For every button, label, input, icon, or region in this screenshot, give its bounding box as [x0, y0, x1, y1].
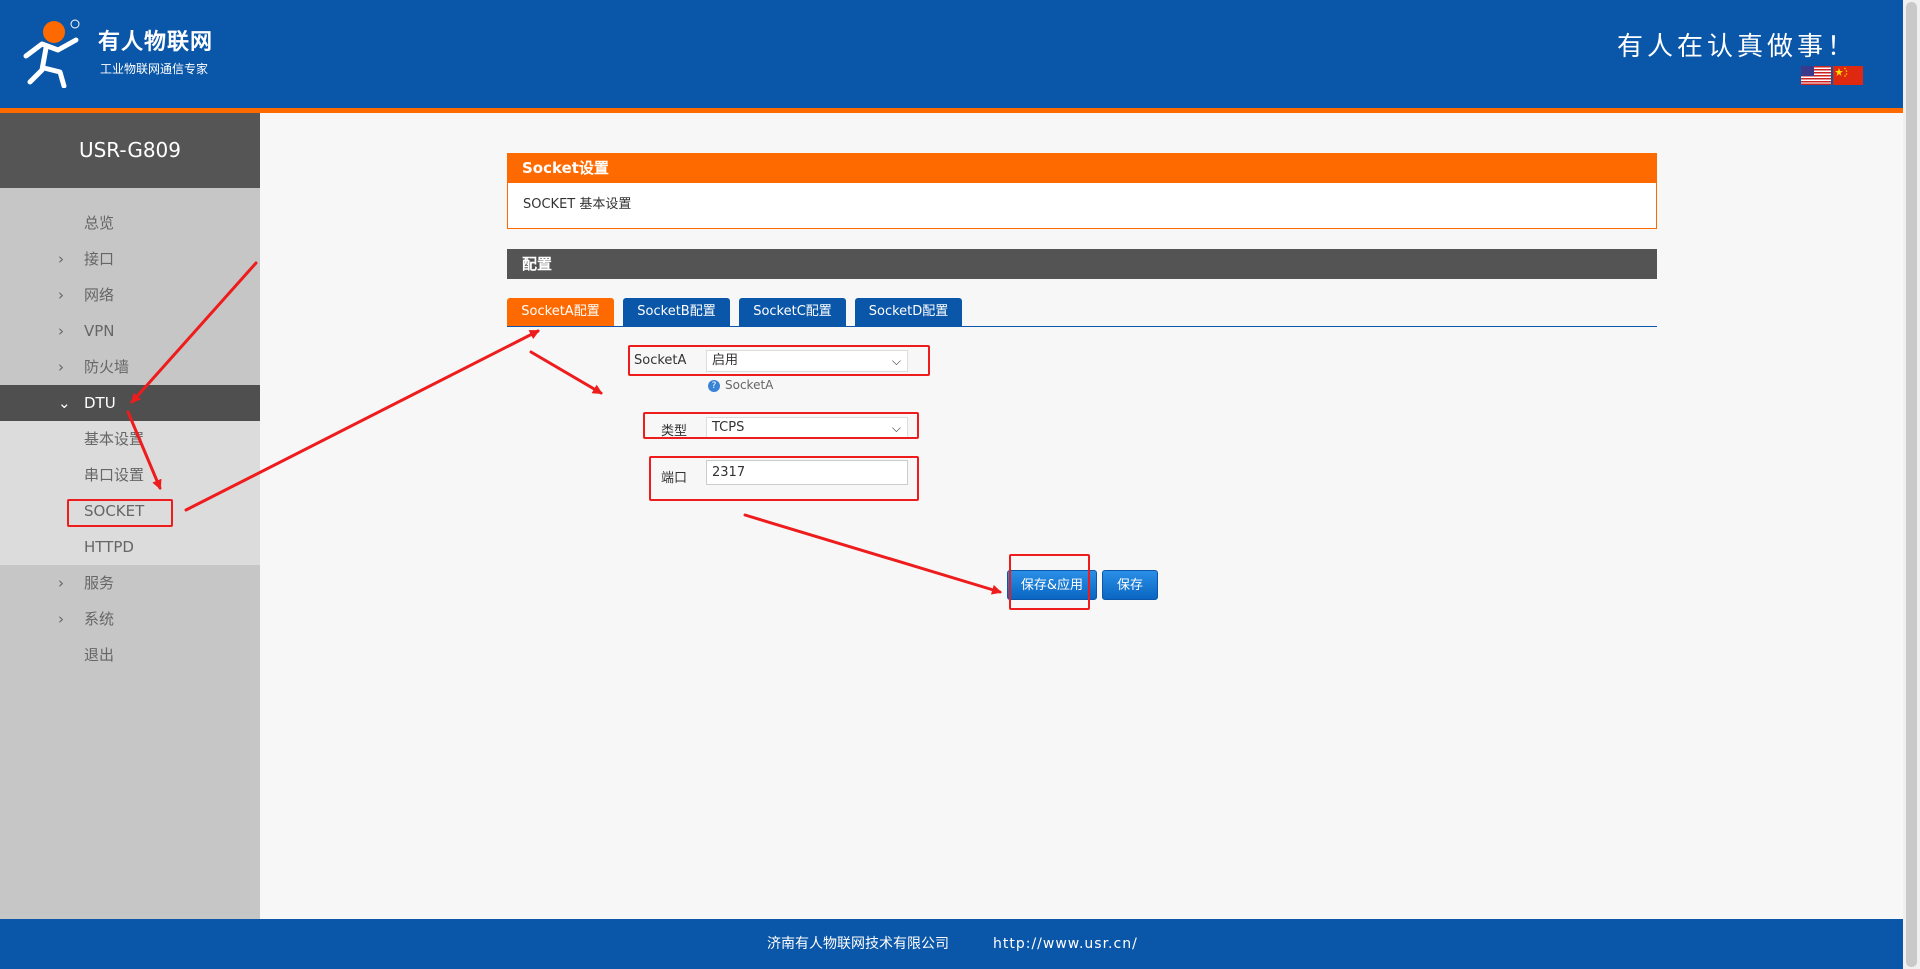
port-label: 端口 — [661, 471, 688, 486]
sidebar-subitem-basic[interactable]: 基本设置 — [0, 421, 260, 457]
sidebar-item-label: DTU — [84, 394, 116, 412]
tab-socket-a[interactable]: SocketA配置 — [507, 298, 614, 326]
chevron-right-icon: › — [58, 574, 64, 592]
sidebar-item-services[interactable]: › 服务 — [0, 565, 260, 601]
section-title: Socket设置 — [507, 153, 1657, 183]
sidebar-item-label: 服务 — [84, 574, 115, 592]
brand-name: 有人物联网 — [98, 30, 214, 55]
footer: 济南有人物联网技术有限公司 http://www.usr.cn/ — [0, 919, 1903, 969]
sidebar-item-dtu[interactable]: ⌄ DTU — [0, 385, 260, 421]
sidebar-item-label: 系统 — [84, 610, 115, 628]
brand-slogan: 工业物联网通信专家 — [100, 62, 209, 76]
language-switcher — [1801, 66, 1863, 85]
sidebar-item-logout[interactable]: 退出 — [0, 637, 260, 673]
save-button[interactable]: 保存 — [1102, 570, 1158, 600]
socket-enable-label: SocketA — [634, 353, 687, 368]
footer-site-link[interactable]: http://www.usr.cn/ — [993, 919, 1138, 969]
sidebar-item-label: 网络 — [84, 286, 115, 304]
config-title: 配置 — [507, 249, 1657, 279]
arrow-to-socket-select — [529, 350, 603, 395]
sidebar-item-label: 总览 — [84, 214, 115, 232]
sidebar-item-label: 退出 — [84, 646, 115, 664]
chevron-right-icon: › — [58, 322, 64, 340]
socket-enable-value: 启用 — [712, 353, 739, 368]
chevron-down-icon: ⌵ — [891, 354, 901, 368]
sidebar-item-label: 防火墙 — [84, 358, 130, 376]
section-description: SOCKET 基本设置 — [507, 183, 1657, 229]
socket-enable-hint: ? SocketA — [708, 378, 773, 392]
tab-socket-b[interactable]: SocketB配置 — [623, 298, 730, 326]
tab-socket-c[interactable]: SocketC配置 — [739, 298, 846, 326]
sidebar: USR-G809 总览 › 接口 › 网络 › VPN › 防火墙 ⌄ DTU 基本设置 … — [0, 113, 260, 919]
sidebar-item-network[interactable]: › 网络 — [0, 277, 260, 313]
footer-company: 济南有人物联网技术有限公司 — [767, 936, 949, 952]
socket-tabs: SocketA配置 SocketB配置 SocketC配置 SocketD配置 — [507, 298, 1657, 327]
chevron-right-icon: › — [58, 358, 64, 376]
sidebar-menu: 总览 › 接口 › 网络 › VPN › 防火墙 ⌄ DTU 基本设置 串口设置 SOCK… — [0, 188, 260, 673]
sidebar-item-label: VPN — [84, 322, 115, 340]
tab-socket-d[interactable]: SocketD配置 — [855, 298, 962, 326]
scrollbar-thumb[interactable] — [1906, 2, 1917, 967]
chevron-right-icon: › — [58, 286, 64, 304]
type-value: TCPS — [712, 420, 745, 435]
sidebar-item-interface[interactable]: › 接口 — [0, 241, 260, 277]
arrow-to-save-apply — [743, 513, 1002, 595]
help-icon: ? — [708, 379, 720, 392]
type-label: 类型 — [661, 424, 688, 439]
sidebar-item-firewall[interactable]: › 防火墙 — [0, 349, 260, 385]
header-motto: 有人在认真做事！ — [1616, 32, 1857, 62]
english-flag-icon[interactable] — [1801, 66, 1831, 85]
sidebar-item-overview[interactable]: 总览 — [0, 205, 260, 241]
port-input[interactable] — [706, 460, 908, 485]
page-scrollbar[interactable] — [1903, 0, 1920, 969]
socket-hint-text: SocketA — [725, 378, 774, 392]
socket-enable-select[interactable]: 启用 ⌵ — [706, 350, 908, 372]
top-header: 有人物联网 工业物联网通信专家 有人在认真做事！ — [0, 0, 1903, 113]
annotation-arrows — [126, 261, 1002, 595]
chinese-flag-icon[interactable] — [1833, 66, 1863, 85]
sidebar-subitem-serial[interactable]: 串口设置 — [0, 457, 260, 493]
device-model: USR-G809 — [0, 113, 260, 188]
type-select[interactable]: TCPS ⌵ — [706, 417, 908, 439]
save-apply-button[interactable]: 保存&应用 — [1007, 570, 1097, 600]
sidebar-item-vpn[interactable]: › VPN — [0, 313, 260, 349]
chevron-right-icon: › — [58, 250, 64, 268]
chevron-right-icon: › — [58, 610, 64, 628]
sidebar-item-label: 接口 — [84, 250, 115, 268]
sidebar-item-system[interactable]: › 系统 — [0, 601, 260, 637]
sidebar-subitem-socket[interactable]: SOCKET — [0, 493, 260, 529]
dtu-submenu: 基本设置 串口设置 SOCKET HTTPD — [0, 421, 260, 565]
sidebar-subitem-httpd[interactable]: HTTPD — [0, 529, 260, 565]
usr-logo-icon — [23, 19, 80, 88]
chevron-down-icon: ⌵ — [891, 421, 901, 435]
chevron-down-icon: ⌄ — [58, 394, 71, 412]
